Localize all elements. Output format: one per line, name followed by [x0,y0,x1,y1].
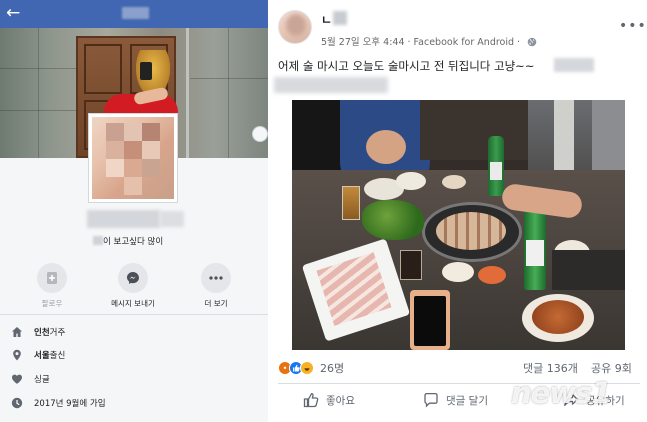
reaction-count: 26명 [320,362,345,375]
comment-icon [424,392,438,408]
clock-icon [10,396,24,410]
blurred-post-text [554,58,594,72]
follow-icon [37,263,67,293]
globe-icon [527,37,537,50]
profile-bio: 이 보고싶다 많이 [93,235,163,247]
follow-button[interactable]: 팔로우 [12,263,92,309]
camera-icon[interactable] [252,126,268,142]
divider [0,314,268,315]
profile-screen: ← 이 보고싶다 많이 팔로우 메시지 보내기 더 보기 인천 거주 서울 출신… [0,0,268,422]
haha-reaction-icon [300,361,314,375]
comments-count[interactable]: 댓글 136개 [523,360,578,376]
post-options-icon[interactable]: ••• [619,18,647,34]
follow-label: 팔로우 [41,299,63,308]
blurred-post-text-line2 [274,77,388,93]
more-icon [201,263,231,293]
thumbs-up-icon [303,392,319,408]
intro-lives-in: 인천 거주 [10,324,65,340]
intro-joined: 2017년 9월에 가입 [10,395,106,411]
like-label: 좋아요 [326,394,355,407]
blurred-title [122,7,149,19]
intro-from: 서울 출신 [10,347,65,363]
like-button[interactable]: 좋아요 [303,391,355,409]
message-label: 메시지 보내기 [111,299,155,308]
news1-watermark: news1 [511,376,612,410]
comment-button[interactable]: 댓글 달기 [423,391,488,409]
location-pin-icon [10,348,24,362]
post-timestamp[interactable]: 5월 27일 오후 4:44 [321,37,405,48]
post-source: · Facebook for Android · [404,37,524,48]
messenger-icon [118,263,148,293]
poster-name[interactable]: ㄴ [321,11,332,28]
message-button[interactable]: 메시지 보내기 [93,263,173,309]
blurred-poster-name [333,11,347,25]
shares-count[interactable]: 공유 9회 [591,360,632,376]
top-bar: ← [0,0,268,28]
profile-picture[interactable] [89,114,177,202]
reactions-summary[interactable]: • 26명 [278,360,344,376]
comment-label: 댓글 달기 [446,394,488,407]
blurred-profile-name-2 [160,211,184,227]
home-icon [10,325,24,339]
post-card: ㄴ 5월 27일 오후 4:44 · Facebook for Android … [271,0,647,422]
post-text: 어제 술 마시고 오늘도 술마시고 전 뒤집니다 고냥~~ [278,59,535,73]
heart-icon [10,372,24,386]
post-meta: 5월 27일 오후 4:44 · Facebook for Android · [321,34,537,50]
intro-relationship: 싱글 [10,371,50,387]
more-label: 더 보기 [204,299,228,308]
post-photo[interactable] [292,100,625,350]
blurred-profile-name [87,210,160,228]
more-button[interactable]: 더 보기 [176,263,256,309]
poster-avatar[interactable] [278,10,312,44]
back-arrow-icon[interactable]: ← [6,3,20,23]
